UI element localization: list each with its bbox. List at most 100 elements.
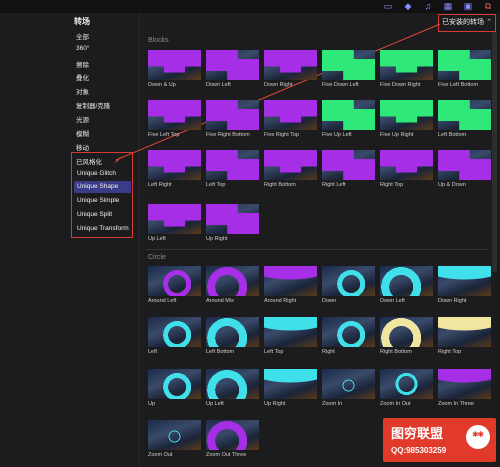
thumbnail-overlay bbox=[380, 317, 433, 347]
transition-thumbnail[interactable] bbox=[380, 100, 433, 130]
transition-thumbnail[interactable] bbox=[380, 150, 433, 180]
transition-thumbnail[interactable] bbox=[438, 50, 491, 80]
transition-label: Five Right Bottom bbox=[206, 132, 250, 138]
transition-thumbnail[interactable] bbox=[380, 369, 433, 399]
record-icon[interactable]: ▭ bbox=[382, 1, 394, 11]
category-objects[interactable]: 对象 bbox=[76, 86, 89, 96]
transition-thumbnail[interactable] bbox=[322, 50, 375, 80]
transition-thumbnail[interactable] bbox=[438, 317, 491, 347]
thumbnail-overlay bbox=[148, 369, 201, 399]
transition-label: Left Bottom bbox=[438, 132, 467, 138]
transition-label: Zoom Out bbox=[148, 452, 173, 458]
installed-transitions-dropdown[interactable]: 已安装的转场 ⌃ bbox=[438, 14, 496, 32]
transition-thumbnail[interactable] bbox=[438, 100, 491, 130]
transition-thumbnail[interactable] bbox=[148, 50, 201, 80]
transition-label: Zoom In Out bbox=[380, 401, 411, 407]
transition-label: Right Left bbox=[322, 182, 346, 188]
section-divider bbox=[146, 249, 488, 250]
transition-thumbnail[interactable] bbox=[148, 317, 201, 347]
transition-thumbnail[interactable] bbox=[322, 266, 375, 296]
category-unique-glitch[interactable]: Unique Glitch bbox=[74, 168, 131, 180]
transition-label: Down bbox=[322, 298, 337, 304]
transition-thumbnail[interactable] bbox=[206, 204, 259, 234]
transition-label: Down Left bbox=[206, 82, 231, 88]
thumbnail-overlay bbox=[206, 369, 259, 399]
watermark-badge: 图穷联盟 QQ:985303259 ᕯ bbox=[383, 418, 496, 462]
transition-thumbnail[interactable] bbox=[264, 266, 317, 296]
category-wipes[interactable]: 擦除 bbox=[76, 59, 89, 69]
category-lights[interactable]: 光源 bbox=[76, 114, 89, 124]
transition-label: Left Top bbox=[206, 182, 226, 188]
category-blurs[interactable]: 模糊 bbox=[76, 128, 89, 138]
transition-label: Up Left bbox=[148, 236, 166, 242]
transition-thumbnail[interactable] bbox=[206, 100, 259, 130]
transition-thumbnail[interactable] bbox=[148, 150, 201, 180]
transition-thumbnail[interactable] bbox=[322, 150, 375, 180]
category-movements[interactable]: 移动 bbox=[76, 142, 89, 152]
transition-thumbnail[interactable] bbox=[322, 317, 375, 347]
transition-thumbnail[interactable] bbox=[380, 50, 433, 80]
transition-thumbnail[interactable] bbox=[438, 369, 491, 399]
transition-label: Down Right bbox=[438, 298, 467, 304]
transition-thumbnail[interactable] bbox=[148, 100, 201, 130]
transition-label: Up Right bbox=[264, 401, 286, 407]
transition-label: Zoom In bbox=[322, 401, 343, 407]
headphones-icon[interactable]: ♫ bbox=[422, 1, 434, 11]
transition-label: Up & Down bbox=[438, 182, 466, 188]
transition-label: Left Right bbox=[148, 182, 172, 188]
transition-thumbnail[interactable] bbox=[380, 266, 433, 296]
dropdown-label: 已安装的转场 bbox=[442, 19, 484, 26]
transition-thumbnail[interactable] bbox=[264, 50, 317, 80]
transition-thumbnail[interactable] bbox=[438, 150, 491, 180]
transition-thumbnail[interactable] bbox=[322, 369, 375, 399]
transition-thumbnail[interactable] bbox=[206, 317, 259, 347]
transition-label: Five Right Top bbox=[264, 132, 300, 138]
thumbnail-overlay bbox=[322, 317, 375, 347]
transition-label: Right bbox=[322, 349, 335, 355]
transition-thumbnail[interactable] bbox=[264, 100, 317, 130]
transition-thumbnail[interactable] bbox=[148, 266, 201, 296]
category-replicator[interactable]: 复制器/克隆 bbox=[76, 100, 110, 110]
transition-thumbnail[interactable] bbox=[206, 369, 259, 399]
category-unique-transform[interactable]: Unique Transform bbox=[74, 223, 131, 235]
transition-label: Right Top bbox=[380, 182, 404, 188]
category-dissolves[interactable]: 叠化 bbox=[76, 72, 89, 82]
grid-icon[interactable]: ▦ bbox=[442, 1, 454, 11]
transition-thumbnail[interactable] bbox=[206, 420, 259, 450]
circle-section-title: Circle bbox=[148, 254, 166, 261]
transition-thumbnail[interactable] bbox=[438, 266, 491, 296]
category-all[interactable]: 全部 bbox=[76, 31, 89, 41]
category-unique-split[interactable]: Unique Split bbox=[74, 209, 131, 221]
transition-thumbnail[interactable] bbox=[206, 266, 259, 296]
transition-thumbnail[interactable] bbox=[148, 369, 201, 399]
thumbnail-overlay bbox=[322, 369, 375, 399]
transition-label: Up bbox=[148, 401, 156, 407]
thumbnail-overlay bbox=[206, 266, 259, 296]
transition-label: Up Right bbox=[206, 236, 228, 242]
transition-thumbnail[interactable] bbox=[380, 317, 433, 347]
thumbnail-overlay bbox=[206, 317, 259, 347]
category-360[interactable]: 360° bbox=[76, 45, 89, 52]
transition-thumbnail[interactable] bbox=[148, 420, 201, 450]
keyframe-icon[interactable]: ◆ bbox=[402, 1, 414, 11]
transition-thumbnail[interactable] bbox=[148, 204, 201, 234]
transition-label: Right Bottom bbox=[380, 349, 412, 355]
transition-thumbnail[interactable] bbox=[264, 150, 317, 180]
transitions-icon[interactable]: ⧉ bbox=[482, 1, 494, 11]
category-unique-shape[interactable]: Unique Shape bbox=[74, 181, 131, 193]
transition-thumbnail[interactable] bbox=[206, 150, 259, 180]
transition-label: Around Mix bbox=[206, 298, 234, 304]
scrollbar[interactable] bbox=[492, 32, 497, 272]
menu-bar: ▭ ◆ ♫ ▦ ▣ ⧉ bbox=[0, 0, 500, 13]
thumbnail-overlay bbox=[206, 420, 259, 450]
transition-thumbnail[interactable] bbox=[206, 50, 259, 80]
transition-thumbnail[interactable] bbox=[264, 317, 317, 347]
transition-label: Left Top bbox=[264, 349, 284, 355]
category-unique-simple[interactable]: Unique Simple bbox=[74, 195, 131, 207]
media-icon[interactable]: ▣ bbox=[462, 1, 474, 11]
transition-label: Five Left Bottom bbox=[438, 82, 479, 88]
transition-thumbnail[interactable] bbox=[264, 369, 317, 399]
transition-label: Zoom In Three bbox=[438, 401, 474, 407]
transition-label: Five Down Left bbox=[322, 82, 359, 88]
transition-thumbnail[interactable] bbox=[322, 100, 375, 130]
